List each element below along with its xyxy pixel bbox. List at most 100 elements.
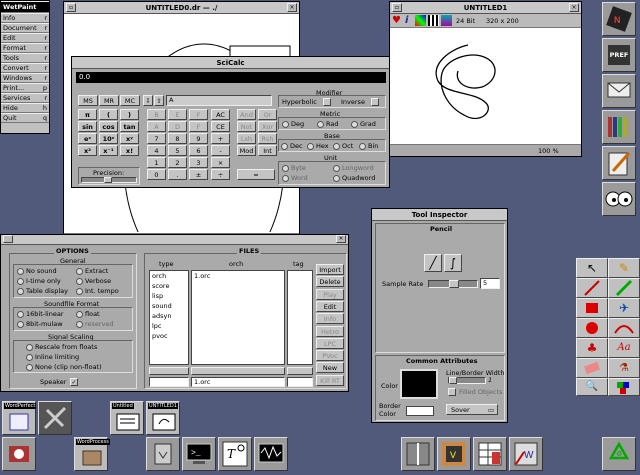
calc-key[interactable]: eˣ bbox=[78, 133, 97, 144]
menu-item-info[interactable]: Info r bbox=[1, 13, 49, 23]
zoom-tool[interactable]: 🔍 bbox=[576, 378, 608, 396]
file-type-item[interactable]: lpc bbox=[150, 321, 188, 331]
freeform-tool[interactable]: ♣ bbox=[576, 338, 608, 358]
calc-key[interactable]: Rsh bbox=[258, 133, 277, 144]
fmt-reserved[interactable]: reserved bbox=[76, 320, 114, 328]
memory-recall-button[interactable]: MR bbox=[99, 95, 119, 106]
sample-rate-knob[interactable] bbox=[449, 280, 459, 288]
drawing-app-icon[interactable]: T bbox=[218, 437, 252, 471]
calc-key[interactable]: tan bbox=[120, 121, 139, 132]
file-type-item[interactable]: pvoc bbox=[150, 331, 188, 341]
unit-byte[interactable]: Byte bbox=[282, 164, 306, 172]
scale-inline[interactable]: Inline limiting bbox=[26, 353, 79, 361]
calc-key[interactable]: 6 bbox=[189, 145, 208, 156]
tag-list[interactable] bbox=[287, 270, 313, 365]
wordperfect-miniwindow[interactable]: WordPerfect bbox=[2, 401, 37, 435]
calc-key[interactable]: 2 bbox=[168, 157, 187, 168]
orch-file-item[interactable]: 1.orc bbox=[192, 271, 284, 281]
hyperbolic-label[interactable]: Hyperbolic bbox=[282, 98, 317, 106]
pencil-tool[interactable]: ✎ bbox=[608, 258, 640, 278]
metric-deg[interactable]: Deg bbox=[282, 120, 304, 128]
color-picker-tool[interactable] bbox=[608, 378, 640, 396]
calc-key[interactable]: F bbox=[189, 109, 208, 120]
split-view-icon[interactable] bbox=[401, 437, 435, 471]
curve-tool[interactable] bbox=[608, 318, 640, 338]
paint-window-title[interactable]: UNTITLED1 bbox=[390, 2, 581, 14]
calc-key[interactable]: x² bbox=[78, 145, 97, 156]
base-dec[interactable]: Dec bbox=[281, 142, 303, 150]
installer-icon[interactable] bbox=[146, 437, 180, 471]
scicalc-title[interactable]: SciCalc bbox=[72, 57, 389, 69]
menu-item-quit[interactable]: Quit q bbox=[1, 113, 49, 123]
calc-key[interactable]: π bbox=[78, 109, 97, 120]
file-action-import-button[interactable]: Import bbox=[316, 264, 344, 275]
library-icon[interactable] bbox=[602, 110, 636, 144]
opt-itime-only[interactable]: I-time only bbox=[17, 277, 61, 285]
close-button[interactable]: × bbox=[336, 235, 346, 243]
file-action-pvoc-button[interactable]: PVoc bbox=[316, 350, 344, 362]
info-icon[interactable]: i bbox=[405, 15, 408, 26]
precision-knob[interactable] bbox=[104, 177, 112, 183]
metric-rad[interactable]: Rad bbox=[317, 120, 338, 128]
wordprocessor-miniwindow[interactable]: WordProcess bbox=[74, 437, 110, 471]
calc-key[interactable]: CE bbox=[211, 121, 230, 132]
opt-extract[interactable]: Extract bbox=[76, 267, 108, 275]
calc-key[interactable]: AC bbox=[211, 109, 230, 120]
eraser-tool[interactable] bbox=[576, 358, 608, 378]
unit-word[interactable]: Word bbox=[282, 174, 308, 182]
calc-key[interactable]: Xor bbox=[258, 121, 277, 132]
scale-rescale[interactable]: Rescale from floats bbox=[26, 343, 97, 351]
menu-item-document[interactable]: Document r bbox=[1, 23, 49, 33]
file-action-killrt-button[interactable]: Kill RT bbox=[316, 374, 344, 386]
orch-list[interactable]: 1.orc bbox=[191, 270, 285, 365]
file-type-item[interactable]: adsyn bbox=[150, 311, 188, 321]
mode-popup[interactable]: Sover ▭ bbox=[446, 404, 498, 415]
file-action-delete-button[interactable]: Delete bbox=[316, 276, 344, 288]
rectangle-tool[interactable] bbox=[576, 298, 608, 318]
file-type-item[interactable]: orch bbox=[150, 271, 188, 281]
spray-tool[interactable]: ✈ bbox=[608, 298, 640, 318]
calc-key[interactable]: 5 bbox=[168, 145, 187, 156]
orch-field[interactable]: 1.orc bbox=[191, 377, 285, 387]
calc-key[interactable]: . bbox=[168, 169, 187, 180]
calc-key[interactable]: 4 bbox=[147, 145, 166, 156]
calc-key[interactable]: - bbox=[211, 145, 230, 156]
type-list[interactable]: orch score lisp sound adsyn lpc pvoc bbox=[149, 270, 189, 365]
file-type-item[interactable]: lisp bbox=[150, 291, 188, 301]
color-cube-icon[interactable] bbox=[441, 15, 452, 26]
grid-icon[interactable] bbox=[428, 15, 439, 26]
metric-grad[interactable]: Grad bbox=[351, 120, 376, 128]
write-app-icon[interactable]: W bbox=[509, 437, 543, 471]
calc-key[interactable]: 7 bbox=[147, 133, 166, 144]
fmt-8bit-mulaw[interactable]: 8bit-mulaw bbox=[17, 320, 63, 328]
calc-key[interactable]: ( bbox=[99, 109, 118, 120]
opt-no-sound[interactable]: No sound bbox=[17, 267, 57, 275]
inverse-toggle[interactable] bbox=[371, 98, 379, 106]
border-color-well[interactable] bbox=[406, 406, 434, 416]
file-action-info-button[interactable]: Info bbox=[316, 313, 344, 325]
heart-icon[interactable]: ♥ bbox=[392, 15, 401, 26]
opt-int-tempo[interactable]: Int. tempo bbox=[76, 287, 119, 295]
minimize-button[interactable]: ▫ bbox=[392, 3, 402, 12]
calc-key[interactable]: cos bbox=[99, 121, 118, 132]
hyperbolic-toggle[interactable] bbox=[323, 98, 331, 106]
ghost-miniwindow[interactable] bbox=[38, 401, 72, 435]
menu-item-edit[interactable]: Edit r bbox=[1, 33, 49, 43]
opt-verbose[interactable]: Verbose bbox=[76, 277, 111, 285]
memory-clear-button[interactable]: MC bbox=[120, 95, 140, 106]
calc-key[interactable]: 0 bbox=[147, 169, 166, 180]
fmt-16bit-linear[interactable]: 16bit-linear bbox=[17, 310, 63, 318]
drawing-window-title[interactable]: UNTITLED0.dr — ./ bbox=[64, 2, 299, 14]
file-action-lpc-button[interactable]: LPC bbox=[316, 337, 344, 349]
mode-field[interactable]: A bbox=[166, 95, 272, 106]
menu-item-convert[interactable]: Convert r bbox=[1, 63, 49, 73]
shift-up-button[interactable]: ⇧ bbox=[154, 95, 164, 106]
shift-down-button[interactable]: ⇩ bbox=[143, 95, 153, 106]
text-tool[interactable]: Aa bbox=[608, 338, 640, 358]
curve-mode-button[interactable]: ∫ bbox=[444, 254, 462, 272]
tool-inspector-title[interactable]: Tool Inspector bbox=[372, 209, 507, 221]
inverse-label[interactable]: Inverse bbox=[341, 98, 365, 106]
mixer-app-icon[interactable]: V bbox=[437, 437, 471, 471]
calc-key[interactable]: Or bbox=[258, 109, 277, 120]
minimize-button[interactable]: ▫ bbox=[66, 3, 76, 12]
